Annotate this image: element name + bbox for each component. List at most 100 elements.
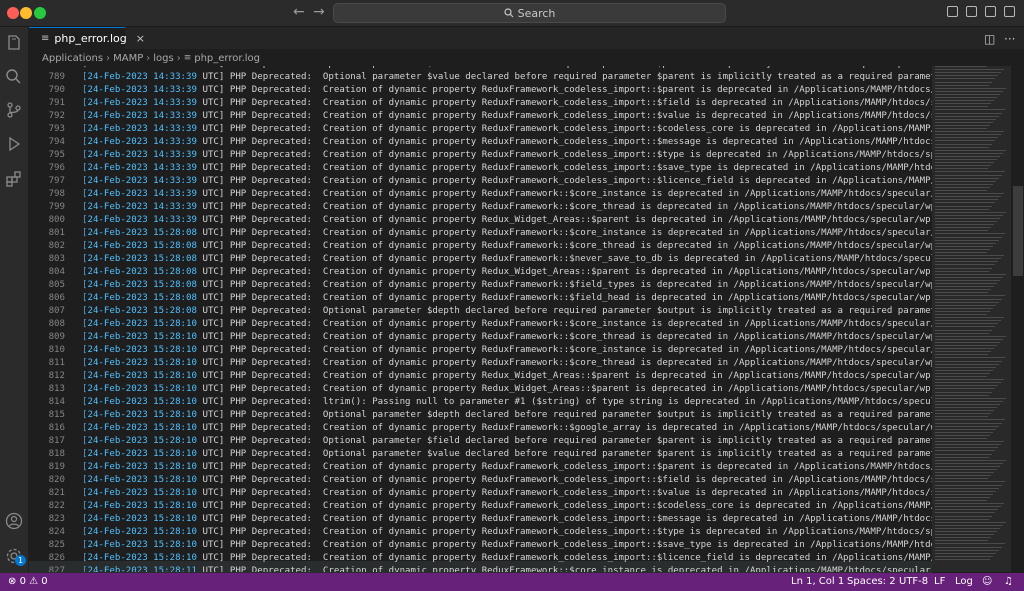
log-line[interactable]: 811 [24-Feb-2023 15:28:10 UTC] PHP Deprec…: [29, 357, 932, 370]
minimap-line: [935, 397, 1006, 399]
log-line[interactable]: 807 [24-Feb-2023 15:28:08 UTC] PHP Deprec…: [29, 305, 932, 318]
log-line[interactable]: 813 [24-Feb-2023 15:28:10 UTC] PHP Deprec…: [29, 383, 932, 396]
log-line[interactable]: 792 [24-Feb-2023 14:33:39 UTC] PHP Deprec…: [29, 110, 932, 123]
forward-arrow-icon[interactable]: →: [313, 4, 325, 20]
back-arrow-icon[interactable]: ←: [293, 4, 305, 20]
split-editor-icon[interactable]: ◫: [984, 32, 995, 46]
log-line[interactable]: 825 [24-Feb-2023 15:28:10 UTC] PHP Deprec…: [29, 539, 932, 552]
line-number: 806: [48, 293, 65, 303]
minimap-line: [935, 534, 994, 536]
minimap-line: [935, 75, 998, 77]
toggle-panel-icon[interactable]: [966, 6, 977, 17]
minimap-line: [935, 394, 989, 396]
search-icon[interactable]: [4, 67, 24, 87]
tab-php-error-log[interactable]: ≡ php_error.log ×: [29, 27, 145, 49]
log-line[interactable]: 823 [24-Feb-2023 15:28:10 UTC] PHP Deprec…: [29, 513, 932, 526]
log-line[interactable]: 802 [24-Feb-2023 15:28:08 UTC] PHP Deprec…: [29, 240, 932, 253]
log-line[interactable]: 803 [24-Feb-2023 15:28:08 UTC] PHP Deprec…: [29, 253, 932, 266]
log-line[interactable]: 798 [24-Feb-2023 14:33:39 UTC] PHP Deprec…: [29, 188, 932, 201]
scrollbar-thumb[interactable]: [1013, 186, 1023, 276]
feedback-icon[interactable]: ☺: [982, 576, 992, 587]
log-line[interactable]: 822 [24-Feb-2023 15:28:10 UTC] PHP Deprec…: [29, 500, 932, 513]
minimap-line: [935, 292, 988, 294]
log-line[interactable]: 797 [24-Feb-2023 14:33:39 UTC] PHP Deprec…: [29, 175, 932, 188]
indentation-setting[interactable]: Spaces: 2: [847, 576, 896, 587]
log-timestamp: 24-Feb-2023 15:28:10: [87, 345, 197, 355]
log-message: UTC] PHP Deprecated: Optional parameter …: [202, 449, 932, 459]
breadcrumb-item[interactable]: Applications: [42, 53, 103, 64]
log-line[interactable]: 790 [24-Feb-2023 14:33:39 UTC] PHP Deprec…: [29, 84, 932, 97]
close-window-button[interactable]: [7, 7, 19, 19]
breadcrumb-item[interactable]: MAMP: [113, 53, 143, 64]
problems-indicator[interactable]: ⊗ 0 ⚠ 0: [8, 576, 48, 587]
log-line[interactable]: 821 [24-Feb-2023 15:28:10 UTC] PHP Deprec…: [29, 487, 932, 500]
files-icon[interactable]: [4, 33, 24, 53]
log-line[interactable]: 801 [24-Feb-2023 15:28:08 UTC] PHP Deprec…: [29, 227, 932, 240]
log-line[interactable]: 816 [24-Feb-2023 15:28:10 UTC] PHP Deprec…: [29, 422, 932, 435]
log-message: UTC] PHP Deprecated: Creation of dynamic…: [202, 215, 932, 225]
minimap-line: [935, 258, 1001, 260]
log-line[interactable]: 799 [24-Feb-2023 14:33:39 UTC] PHP Deprec…: [29, 201, 932, 214]
log-line[interactable]: 809 [24-Feb-2023 15:28:10 UTC] PHP Deprec…: [29, 331, 932, 344]
log-line[interactable]: 796 [24-Feb-2023 14:33:39 UTC] PHP Deprec…: [29, 162, 932, 175]
log-line[interactable]: 826 [24-Feb-2023 15:28:10 UTC] PHP Deprec…: [29, 552, 932, 565]
language-mode[interactable]: Log: [955, 576, 973, 587]
line-number: 819: [48, 462, 65, 472]
log-line[interactable]: 817 [24-Feb-2023 15:28:10 UTC] PHP Deprec…: [29, 435, 932, 448]
log-message: UTC] PHP Deprecated: Creation of dynamic…: [202, 358, 932, 368]
log-line[interactable]: 793 [24-Feb-2023 14:33:39 UTC] PHP Deprec…: [29, 123, 932, 136]
log-line[interactable]: 815 [24-Feb-2023 15:28:10 UTC] PHP Deprec…: [29, 409, 932, 422]
breadcrumb-item[interactable]: php_error.log: [194, 53, 260, 64]
minimap-line: [935, 90, 1003, 92]
log-line[interactable]: 795 [24-Feb-2023 14:33:39 UTC] PHP Deprec…: [29, 149, 932, 162]
encoding-setting[interactable]: UTF-8: [899, 576, 928, 587]
minimap-line: [935, 487, 999, 489]
line-number: 820: [48, 475, 65, 485]
close-tab-icon[interactable]: ×: [136, 32, 145, 45]
log-timestamp: 24-Feb-2023 14:33:39: [87, 163, 197, 173]
customize-layout-icon[interactable]: [1004, 6, 1015, 17]
log-line[interactable]: 789 [24-Feb-2023 14:33:39 UTC] PHP Deprec…: [29, 71, 932, 84]
log-timestamp: 24-Feb-2023 14:33:39: [87, 66, 197, 69]
log-timestamp: 24-Feb-2023 15:28:08: [87, 306, 197, 316]
log-line[interactable]: 794 [24-Feb-2023 14:33:39 UTC] PHP Deprec…: [29, 136, 932, 149]
log-line[interactable]: 827 [24-Feb-2023 15:28:11 UTC] PHP Deprec…: [29, 565, 932, 572]
maximize-window-button[interactable]: [34, 7, 46, 19]
log-message: UTC] PHP Deprecated: Creation of dynamic…: [202, 137, 932, 147]
log-line[interactable]: 824 [24-Feb-2023 15:28:10 UTC] PHP Deprec…: [29, 526, 932, 539]
log-line[interactable]: 810 [24-Feb-2023 15:28:10 UTC] PHP Deprec…: [29, 344, 932, 357]
account-icon[interactable]: [4, 511, 24, 531]
more-actions-icon[interactable]: ···: [1004, 32, 1015, 46]
log-line[interactable]: 818 [24-Feb-2023 15:28:10 UTC] PHP Deprec…: [29, 448, 932, 461]
log-line[interactable]: 805 [24-Feb-2023 15:28:08 UTC] PHP Deprec…: [29, 279, 932, 292]
log-line[interactable]: 814 [24-Feb-2023 15:28:10 UTC] PHP Deprec…: [29, 396, 932, 409]
log-line[interactable]: 808 [24-Feb-2023 15:28:10 UTC] PHP Deprec…: [29, 318, 932, 331]
cursor-position[interactable]: Ln 1, Col 1: [791, 576, 844, 587]
minimap-line: [935, 317, 1004, 319]
log-line[interactable]: 812 [24-Feb-2023 15:28:10 UTC] PHP Deprec…: [29, 370, 932, 383]
notifications-bell-icon[interactable]: ♫: [1004, 576, 1013, 587]
minimap-line: [935, 357, 1005, 359]
minimap[interactable]: [932, 66, 1010, 572]
extensions-icon[interactable]: [4, 169, 24, 189]
minimap-line: [935, 193, 1004, 195]
breadcrumb-item[interactable]: logs: [153, 53, 173, 64]
eol-setting[interactable]: LF: [934, 576, 945, 587]
minimize-window-button[interactable]: [20, 7, 32, 19]
run-debug-icon[interactable]: [4, 134, 24, 154]
vertical-scrollbar[interactable]: [1010, 66, 1024, 572]
log-line[interactable]: 804 [24-Feb-2023 15:28:08 UTC] PHP Deprec…: [29, 266, 932, 279]
log-line[interactable]: 820 [24-Feb-2023 15:28:10 UTC] PHP Deprec…: [29, 474, 932, 487]
log-line[interactable]: 819 [24-Feb-2023 15:28:10 UTC] PHP Deprec…: [29, 461, 932, 474]
log-timestamp: 24-Feb-2023 14:33:39: [87, 189, 197, 199]
toggle-primary-sidebar-icon[interactable]: [947, 6, 958, 17]
toggle-secondary-sidebar-icon[interactable]: [985, 6, 996, 17]
command-center-search[interactable]: Search: [333, 3, 726, 23]
minimap-line: [935, 221, 997, 222]
source-control-icon[interactable]: [4, 100, 24, 120]
editor-text-area[interactable]: 788[24-Feb-2023 14:33:39 UTC] PHP Deprec…: [29, 66, 932, 572]
log-line[interactable]: 806 [24-Feb-2023 15:28:08 UTC] PHP Deprec…: [29, 292, 932, 305]
minimap-line: [935, 527, 1000, 529]
log-line[interactable]: 800 [24-Feb-2023 14:33:39 UTC] PHP Deprec…: [29, 214, 932, 227]
log-line[interactable]: 791 [24-Feb-2023 14:33:39 UTC] PHP Deprec…: [29, 97, 932, 110]
